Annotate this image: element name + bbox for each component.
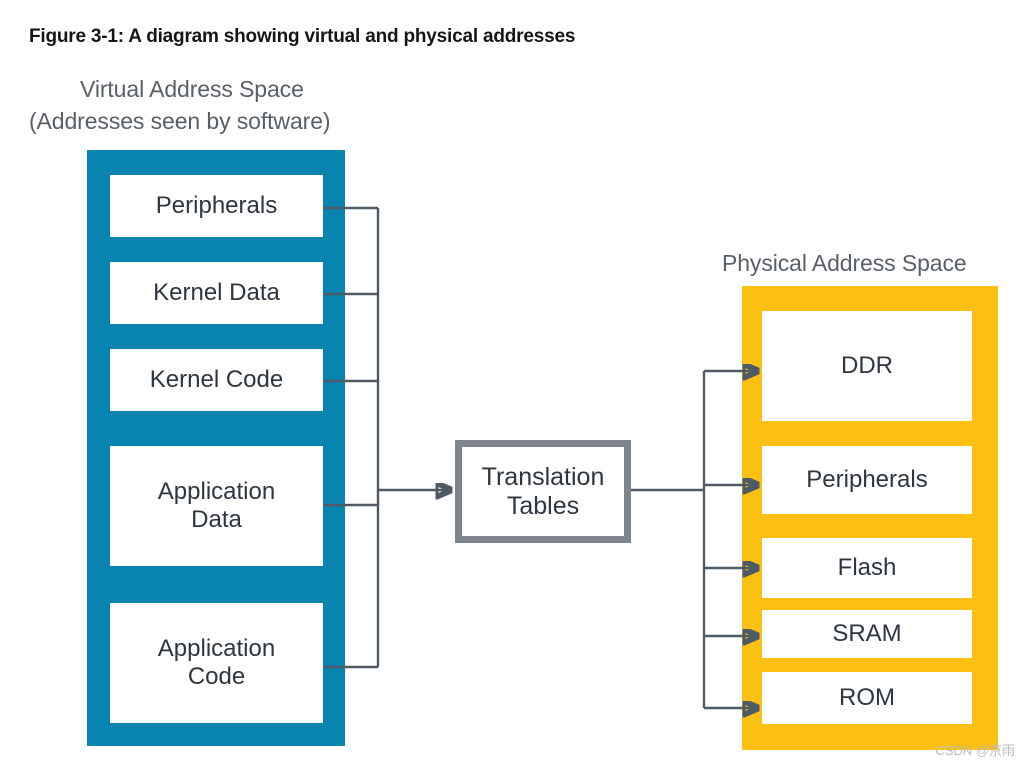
- virtual-block-label: Application: [157, 477, 276, 505]
- virtual-block-label: Application: [157, 634, 276, 662]
- watermark-text: CSDN @京雨: [935, 743, 1015, 758]
- virtual-block-kernel-data: Kernel Data: [110, 262, 323, 324]
- physical-block-sram: SRAM: [762, 610, 972, 658]
- virtual-address-space-subtitle: (Addresses seen by software): [29, 108, 331, 134]
- physical-address-space-container: DDR Peripherals Flash SRAM ROM: [742, 286, 998, 750]
- translation-tables-label-line1: Translation: [481, 463, 605, 491]
- virtual-block-label: Kernel Data: [153, 278, 280, 306]
- virtual-block-peripherals: Peripherals: [110, 175, 323, 237]
- translation-tables-label-line2: Tables: [506, 491, 580, 520]
- virtual-block-label: Peripherals: [155, 191, 278, 219]
- physical-block-label: DDR: [841, 351, 893, 379]
- virtual-block-label: Kernel Code: [149, 365, 284, 393]
- physical-block-label: SRAM: [832, 619, 902, 647]
- physical-block-label: Flash: [837, 553, 897, 581]
- physical-address-space-title: Physical Address Space: [722, 250, 967, 276]
- virtual-address-space-container: Peripherals Kernel Data Kernel Code Appl…: [87, 150, 345, 746]
- physical-block-ddr: DDR: [762, 311, 972, 421]
- figure-caption: Figure 3-1: A diagram showing virtual an…: [29, 26, 576, 47]
- diagram-canvas: Figure 3-1: A diagram showing virtual an…: [0, 0, 1023, 765]
- physical-block-label: ROM: [839, 683, 895, 711]
- virtual-block-kernel-code: Kernel Code: [110, 349, 323, 411]
- physical-block-rom: ROM: [762, 672, 972, 724]
- physical-block-label: Peripherals: [806, 465, 928, 493]
- virtual-address-space-title: Virtual Address Space: [80, 76, 304, 102]
- virtual-block-application-code: Application Code: [110, 603, 323, 723]
- translation-tables-box: Translation Tables: [455, 440, 631, 543]
- physical-block-flash: Flash: [762, 538, 972, 598]
- virtual-block-label-line2: Data: [191, 506, 242, 533]
- virtual-block-label-line2: Code: [187, 663, 246, 690]
- virtual-block-application-data: Application Data: [110, 446, 323, 566]
- physical-block-peripherals: Peripherals: [762, 446, 972, 514]
